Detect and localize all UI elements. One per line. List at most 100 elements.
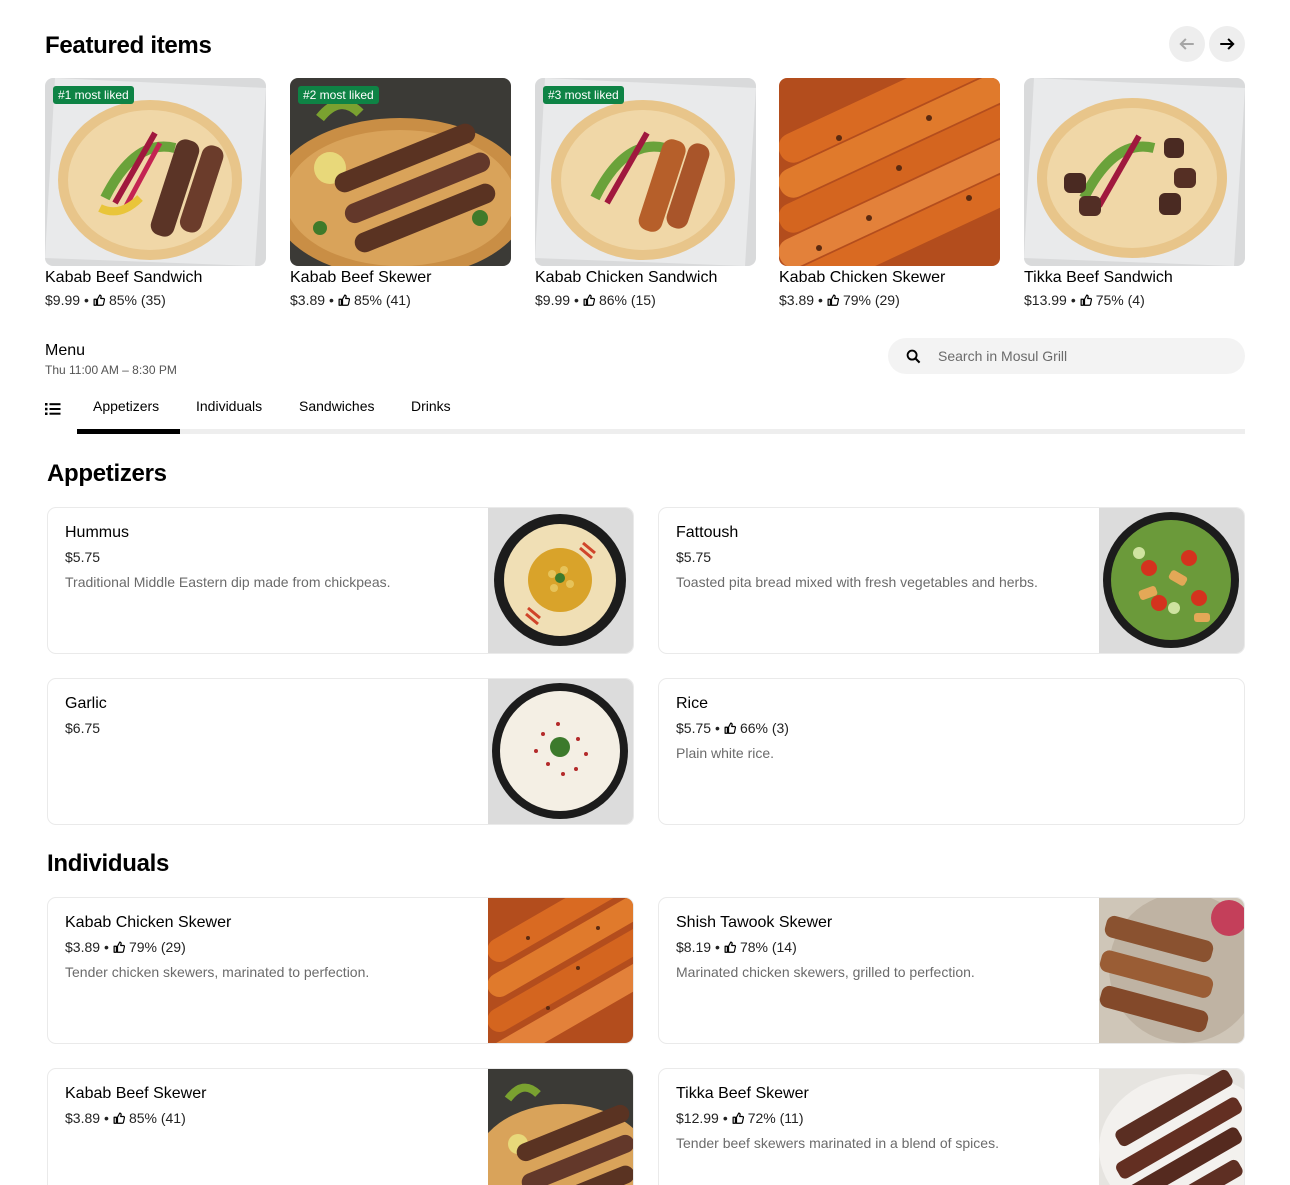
menu-item-card[interactable]: Garlic $6.75 bbox=[47, 678, 634, 825]
item-rating: 85% (35) bbox=[108, 292, 166, 308]
item-price: $5.75 bbox=[676, 720, 712, 736]
menu-item-meta: $5.75 • 66% (3) bbox=[676, 720, 1086, 736]
arrow-right-icon bbox=[1220, 38, 1235, 50]
menu-item-meta: $6.75 bbox=[65, 720, 475, 736]
menu-item-name: Shish Tawook Skewer bbox=[676, 914, 833, 931]
featured-header: Featured items bbox=[45, 26, 1245, 64]
most-liked-badge: #1 most liked bbox=[53, 86, 134, 104]
menu-item-text: Shish Tawook Skewer $8.19 • 78% (14) Marin… bbox=[676, 914, 1086, 980]
featured-item-name[interactable]: Kabab Beef Skewer bbox=[290, 269, 511, 287]
list-icon[interactable] bbox=[45, 402, 61, 416]
featured-item-image[interactable] bbox=[779, 78, 1000, 266]
menu-item-text: Kabab Beef Skewer $3.89 • 85% (41) bbox=[65, 1085, 475, 1126]
separator-dot: • bbox=[722, 1110, 728, 1126]
category-tabs: Appetizers Individuals Sandwiches Drinks bbox=[45, 395, 1245, 435]
menu-item-name: Kabab Beef Skewer bbox=[65, 1085, 207, 1102]
featured-item[interactable]: #3 most liked Kabab Chicken Sandwich $9.… bbox=[535, 78, 756, 308]
featured-item[interactable]: #2 most liked Kabab Beef Skewer $3.89 • 85… bbox=[290, 78, 511, 308]
featured-item-image[interactable] bbox=[1024, 78, 1245, 266]
featured-item[interactable]: Tikka Beef Sandwich $13.99 • 75% (4) bbox=[1024, 78, 1245, 308]
section-title-individuals: Individuals bbox=[47, 850, 170, 877]
most-liked-badge: #3 most liked bbox=[543, 86, 624, 104]
item-rating: 79% (29) bbox=[128, 939, 186, 955]
featured-item-meta: $3.89 • 85% (41) bbox=[290, 292, 511, 308]
tab-sandwiches[interactable]: Sandwiches bbox=[299, 398, 375, 414]
thumbs-up-icon bbox=[93, 294, 105, 306]
menu-item-card[interactable]: Tikka Beef Skewer $12.99 • 72% (11) Tender… bbox=[658, 1068, 1245, 1185]
menu-item-meta: $5.75 bbox=[676, 549, 1086, 565]
search-input[interactable] bbox=[938, 348, 1218, 364]
menu-heading: Menu Thu 11:00 AM – 8:30 PM bbox=[45, 342, 177, 377]
menu-item-card[interactable]: Rice $5.75 • 66% (3) Plain white rice. bbox=[658, 678, 1245, 825]
featured-carousel: #1 most liked Kabab Beef Sandwich $9.99 •… bbox=[45, 78, 1245, 318]
menu-item-card[interactable]: Shish Tawook Skewer $8.19 • 78% (14) Marin… bbox=[658, 897, 1245, 1044]
featured-item-meta: $3.89 • 79% (29) bbox=[779, 292, 1000, 308]
menu-item-image[interactable] bbox=[488, 1069, 633, 1185]
thumbs-up-icon bbox=[724, 722, 736, 734]
most-liked-badge: #2 most liked bbox=[298, 86, 379, 104]
menu-item-description: Plain white rice. bbox=[676, 745, 775, 761]
tabs-track bbox=[77, 429, 1245, 434]
featured-item-name[interactable]: Tikka Beef Sandwich bbox=[1024, 269, 1245, 287]
carousel-next-button[interactable] bbox=[1209, 26, 1245, 62]
menu-hours: Thu 11:00 AM – 8:30 PM bbox=[45, 363, 177, 377]
featured-item-image[interactable]: #3 most liked bbox=[535, 78, 756, 266]
thumbs-up-icon bbox=[1080, 294, 1092, 306]
featured-item[interactable]: Kabab Chicken Skewer $3.89 • 79% (29) bbox=[779, 78, 1000, 308]
item-price: $9.99 bbox=[535, 292, 571, 308]
tab-individuals[interactable]: Individuals bbox=[196, 398, 262, 414]
featured-item-name[interactable]: Kabab Chicken Skewer bbox=[779, 269, 1000, 287]
menu-item-description: Traditional Middle Eastern dip made from… bbox=[65, 574, 391, 590]
item-price: $12.99 bbox=[676, 1110, 719, 1126]
thumbs-up-icon bbox=[338, 294, 350, 306]
item-rating: 72% (11) bbox=[747, 1110, 804, 1126]
menu-item-card[interactable]: Fattoush $5.75 Toasted pita bread mixed … bbox=[658, 507, 1245, 654]
thumbs-up-icon bbox=[732, 1112, 744, 1124]
tab-drinks[interactable]: Drinks bbox=[411, 398, 451, 414]
menu-item-image[interactable] bbox=[488, 898, 633, 1043]
menu-item-name: Rice bbox=[676, 695, 709, 712]
menu-item-meta: $8.19 • 78% (14) bbox=[676, 939, 1086, 955]
menu-title: Menu bbox=[45, 342, 86, 359]
featured-item-name[interactable]: Kabab Beef Sandwich bbox=[45, 269, 266, 287]
item-price: $9.99 bbox=[45, 292, 81, 308]
thumbs-up-icon bbox=[583, 294, 595, 306]
item-price: $3.89 bbox=[65, 939, 101, 955]
menu-item-image[interactable] bbox=[1099, 1069, 1244, 1185]
menu-search[interactable] bbox=[888, 338, 1245, 374]
menu-item-image[interactable] bbox=[1099, 508, 1244, 653]
item-rating: 75% (4) bbox=[1095, 292, 1145, 308]
menu-item-text: Garlic $6.75 bbox=[65, 695, 475, 736]
item-price: $3.89 bbox=[65, 1110, 101, 1126]
item-price: $13.99 bbox=[1024, 292, 1067, 308]
featured-item-image[interactable]: #2 most liked bbox=[290, 78, 511, 266]
featured-item-meta: $9.99 • 85% (35) bbox=[45, 292, 266, 308]
thumbs-up-icon bbox=[113, 1112, 125, 1124]
tab-appetizers[interactable]: Appetizers bbox=[93, 398, 159, 414]
separator-dot: • bbox=[574, 292, 579, 308]
carousel-prev-button[interactable] bbox=[1169, 26, 1205, 62]
menu-item-card[interactable]: Hummus $5.75 Traditional Middle Eastern … bbox=[47, 507, 634, 654]
menu-item-card[interactable]: Kabab Chicken Skewer $3.89 • 79% (29) Tend… bbox=[47, 897, 634, 1044]
separator-dot: • bbox=[715, 720, 720, 736]
separator-dot: • bbox=[104, 939, 109, 955]
menu-item-image[interactable] bbox=[1099, 898, 1244, 1043]
menu-item-card[interactable]: Kabab Beef Skewer $3.89 • 85% (41) bbox=[47, 1068, 634, 1185]
item-price: $3.89 bbox=[779, 292, 815, 308]
item-rating: 66% (3) bbox=[739, 720, 789, 736]
menu-item-image[interactable] bbox=[488, 508, 633, 653]
menu-item-description: Tender beef skewers marinated in a blend… bbox=[676, 1135, 999, 1151]
item-rating: 85% (41) bbox=[353, 292, 411, 308]
featured-item-name[interactable]: Kabab Chicken Sandwich bbox=[535, 269, 756, 287]
featured-item[interactable]: #1 most liked Kabab Beef Sandwich $9.99 •… bbox=[45, 78, 266, 308]
menu-item-name: Hummus bbox=[65, 524, 130, 541]
item-rating: 86% (15) bbox=[598, 292, 656, 308]
featured-item-image[interactable]: #1 most liked bbox=[45, 78, 266, 266]
menu-item-image[interactable] bbox=[488, 679, 633, 824]
item-rating: 78% (14) bbox=[739, 939, 797, 955]
separator-dot: • bbox=[329, 292, 334, 308]
menu-item-name: Kabab Chicken Skewer bbox=[65, 914, 232, 931]
featured-item-meta: $9.99 • 86% (15) bbox=[535, 292, 756, 308]
item-rating: 85% (41) bbox=[128, 1110, 186, 1126]
item-price: $3.89 bbox=[290, 292, 326, 308]
